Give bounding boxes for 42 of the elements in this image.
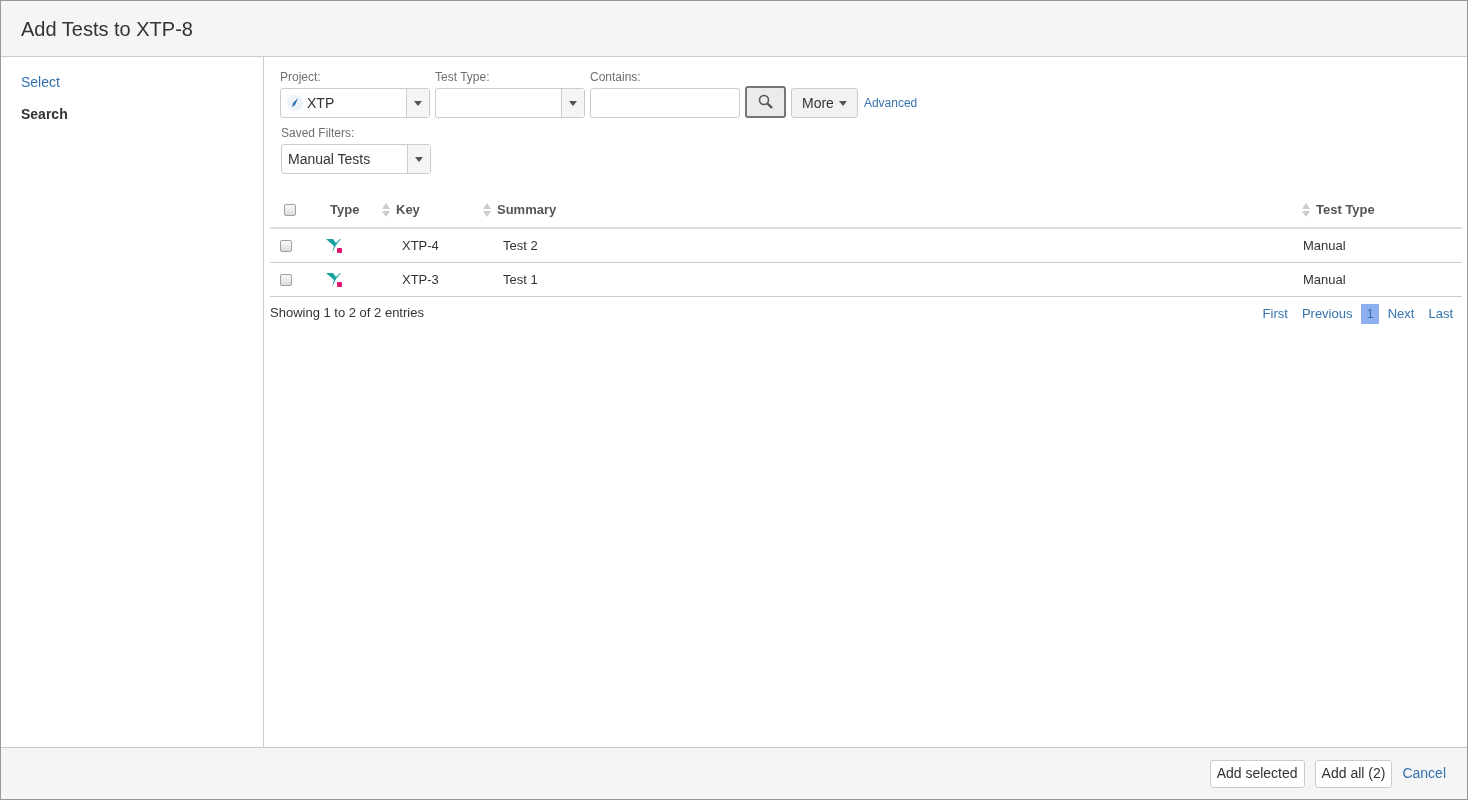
more-button[interactable]: More [791,88,858,118]
advanced-link[interactable]: Advanced [863,94,918,118]
caret-icon [415,156,423,162]
entries-info: Showing 1 to 2 of 2 entries [270,304,424,322]
checkbox[interactable] [280,239,292,252]
sidebar-item[interactable]: Search [21,104,243,125]
table-cell: Test 2 [503,237,538,253]
saved-filters-select[interactable]: Manual Tests [281,144,431,174]
field-label: Test Type: [435,69,491,86]
table-cell: Manual [1303,237,1346,253]
pagination-link[interactable]: Last [1423,304,1458,324]
test-type-icon [326,271,343,288]
column-header[interactable]: Key [396,200,420,220]
search-button[interactable] [745,86,786,118]
add-selected-button[interactable]: Add selected [1209,759,1305,788]
search-icon [757,94,774,110]
field-label: Contains: [590,69,642,86]
field-label: Project: [280,69,322,86]
column-header[interactable]: Summary [497,200,557,220]
caret-icon [414,100,422,106]
table-cell: XTP-3 [402,271,439,287]
project-select[interactable]: XTP [280,88,430,118]
pagination-link[interactable]: First [1257,304,1293,324]
checkbox[interactable] [280,273,292,286]
add-all-button[interactable]: Add all (2) [1314,759,1393,788]
table-cell: XTP-4 [402,237,439,253]
caret-icon [838,100,847,106]
caret-icon [569,100,577,106]
test-type-icon [326,237,343,254]
cancel-link[interactable]: Cancel [1402,763,1446,784]
table-cell: Manual [1303,271,1346,287]
test-type-select[interactable] [435,88,585,118]
table-cell: Test 1 [503,271,538,287]
field-label: Saved Filters: [281,125,356,142]
dialog-title: Add Tests to XTP-8 [21,16,193,42]
contains-field[interactable] [590,88,740,118]
pagination-link[interactable]: Previous [1296,304,1358,324]
pagination-link[interactable]: Next [1382,304,1420,324]
column-header[interactable]: Type [330,200,360,220]
column-header[interactable]: Test Type [1316,200,1375,220]
sidebar-item[interactable]: Select [21,72,243,93]
checkbox[interactable] [284,204,296,216]
